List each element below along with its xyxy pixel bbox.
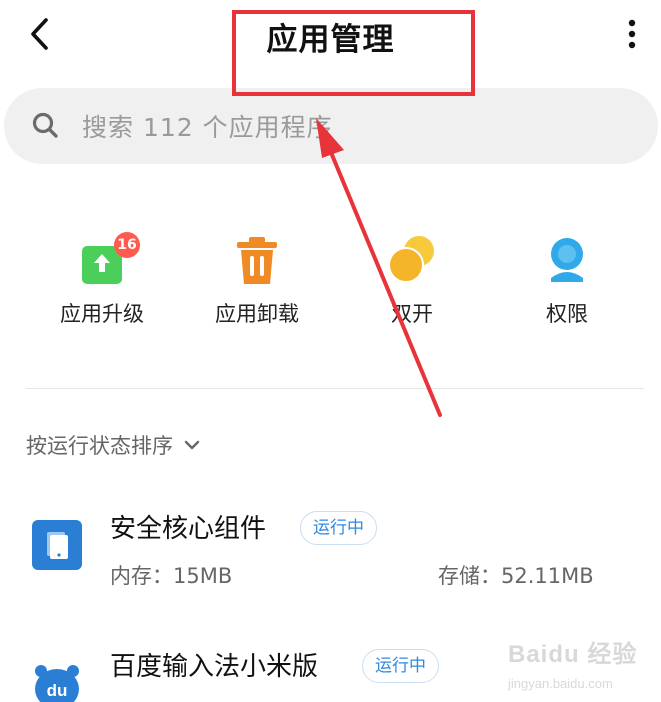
svg-text:du: du [47,681,68,700]
search-icon [32,112,58,138]
search-bar[interactable]: 搜索 112 个应用程序 [4,88,658,164]
app-list-item[interactable]: 安全核心组件 运行中 内存：15MB 存储：52.11MB [0,500,661,610]
quick-action-upgrade[interactable]: 应用升级 [27,226,177,336]
baidu-input-icon: du [35,665,79,702]
quick-action-permissions[interactable]: 权限 [492,226,642,336]
status-badge: 运行中 [300,511,377,545]
quick-action-label: 权限 [546,302,588,326]
app-name: 百度输入法小米版 [110,652,319,682]
quick-action-label: 双开 [391,302,433,326]
watermark-url: jingyan.baidu.com [508,676,613,691]
security-core-icon [32,520,82,570]
app-name: 安全核心组件 [110,514,267,544]
top-bar: 应用管理 [0,0,661,72]
storage-usage: 存储：52.11MB [438,564,594,588]
quick-action-uninstall[interactable]: 应用卸载 [182,226,332,336]
search-placeholder: 搜索 112 个应用程序 [82,113,333,142]
memory-usage: 内存：15MB [110,564,233,588]
sort-label: 按运行状态排序 [26,434,173,458]
quick-action-label: 应用卸载 [215,302,299,326]
watermark-logo: Baidu 经验 [508,641,638,668]
more-options-button[interactable] [618,14,646,54]
trash-icon [237,237,277,284]
quick-action-label: 应用升级 [60,302,144,326]
watermark: Baidu 经验 jingyan.baidu.com [504,630,654,696]
quick-action-dual-app[interactable]: 双开 [337,226,487,336]
section-divider [26,388,644,389]
status-badge: 运行中 [362,649,439,683]
dual-app-icon [388,236,434,283]
more-vertical-icon [628,19,636,49]
permission-icon [551,238,583,282]
update-count-badge: 16 [114,232,140,258]
page-title: 应用管理 [266,22,395,58]
sort-dropdown[interactable]: 按运行状态排序 [26,428,201,462]
chevron-down-icon [184,440,200,450]
